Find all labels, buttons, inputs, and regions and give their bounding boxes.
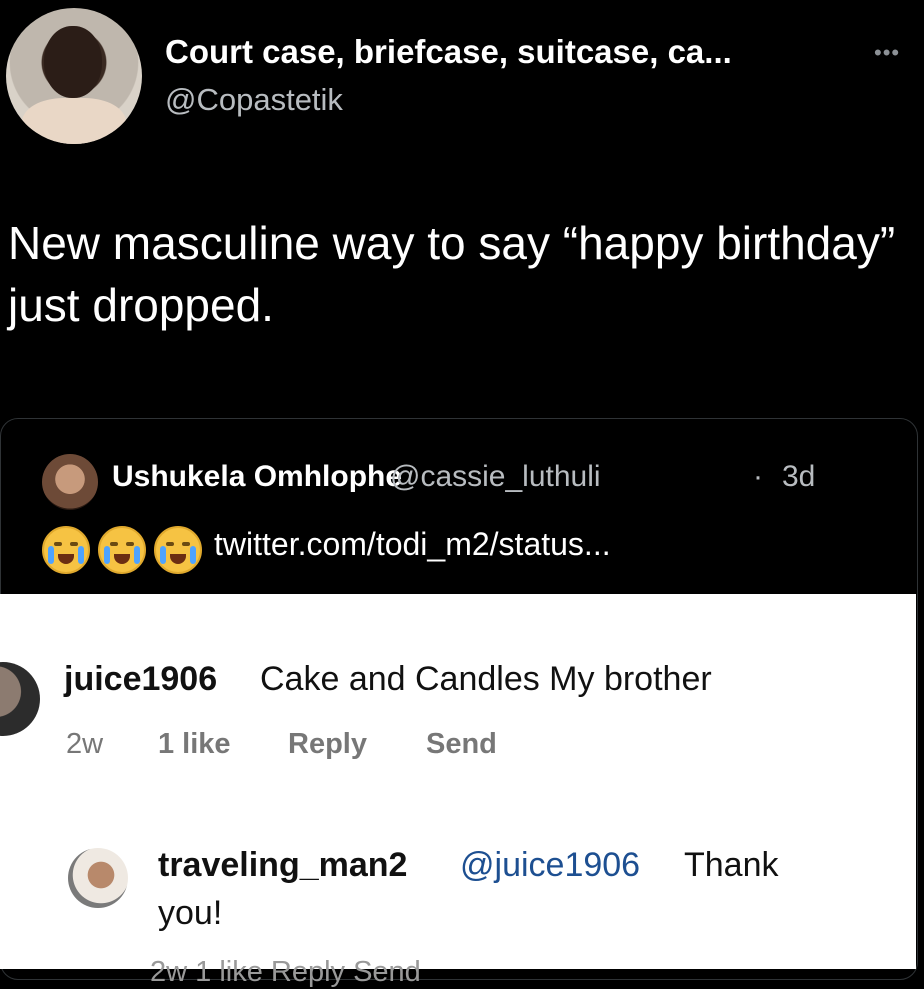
crying-face-icon xyxy=(154,526,202,574)
crying-face-icon xyxy=(42,526,90,574)
separator-dot: · xyxy=(753,460,763,493)
more-horizontal-icon[interactable]: ••• xyxy=(874,40,900,66)
comment-text: Cake and Candles My brother xyxy=(260,660,712,698)
reply-mention[interactable]: @juice1906 xyxy=(460,846,640,885)
quoted-tweet-link[interactable]: twitter.com/todi_m2/status... xyxy=(214,526,611,563)
crying-face-icon xyxy=(98,526,146,574)
comment-username[interactable]: juice1906 xyxy=(64,660,217,699)
author-avatar[interactable] xyxy=(6,8,142,144)
reply-username[interactable]: traveling_man2 xyxy=(158,846,407,885)
comment-age: 2w xyxy=(66,728,104,760)
reply-button[interactable]: Reply xyxy=(288,728,367,761)
author-handle[interactable]: @Copastetik xyxy=(165,82,343,118)
quoted-author-handle[interactable]: @cassie_luthuli xyxy=(390,460,601,494)
reply-avatar[interactable] xyxy=(68,848,128,908)
reply-text: Thank xyxy=(684,846,779,884)
author-display-name[interactable]: Court case, briefcase, suitcase, ca... xyxy=(165,33,732,71)
quoted-author-avatar[interactable] xyxy=(42,454,98,510)
tweet-text: New masculine way to say “happy birthday… xyxy=(8,217,896,331)
reply-text-continued: you! xyxy=(158,894,223,932)
comment-likes[interactable]: 1 like xyxy=(158,728,231,761)
send-button[interactable]: Send xyxy=(426,728,497,761)
quoted-author-name[interactable]: Ushukela Omhlophe xyxy=(112,460,402,494)
embedded-screenshot xyxy=(0,594,916,969)
quoted-tweet-time[interactable]: 3d xyxy=(782,460,815,494)
reply-meta-cutoff: 2w 1 like Reply Send xyxy=(150,956,421,988)
